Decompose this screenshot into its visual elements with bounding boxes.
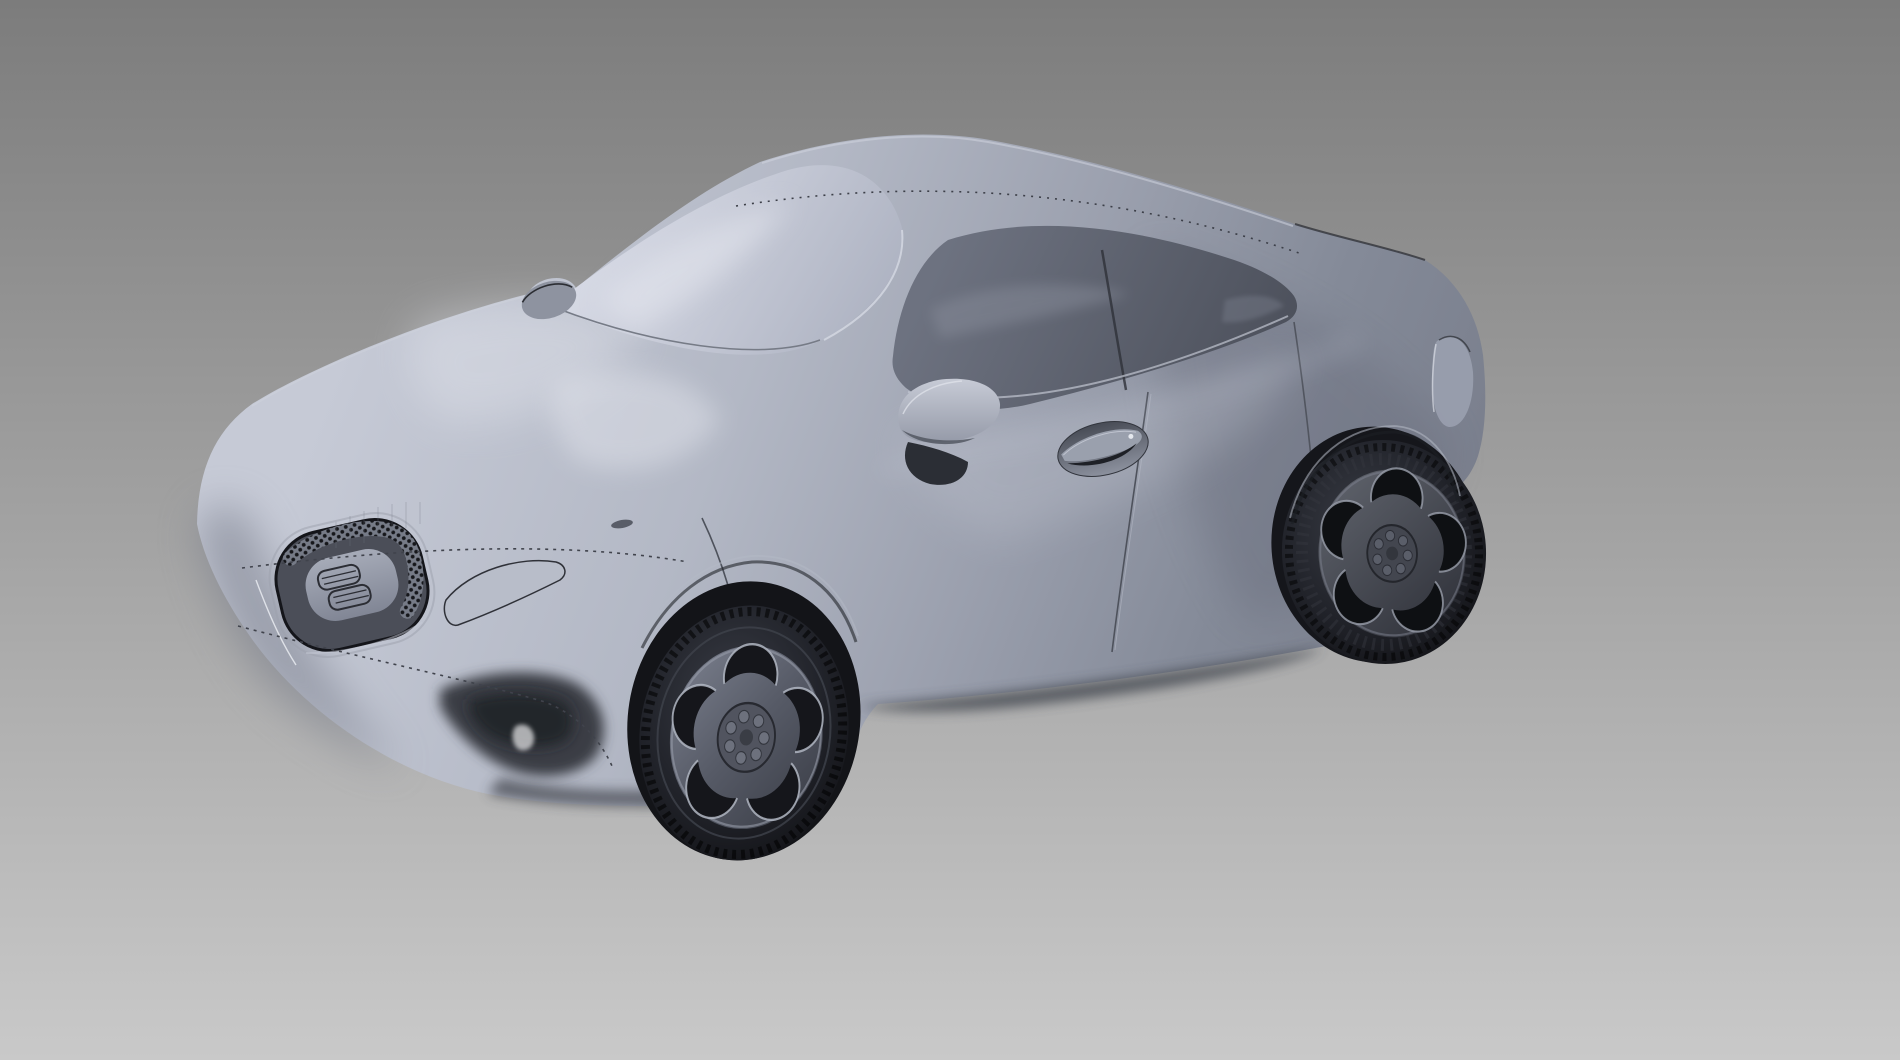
render-canvas[interactable] xyxy=(0,0,1900,1060)
3d-viewport[interactable] xyxy=(0,0,1900,1060)
